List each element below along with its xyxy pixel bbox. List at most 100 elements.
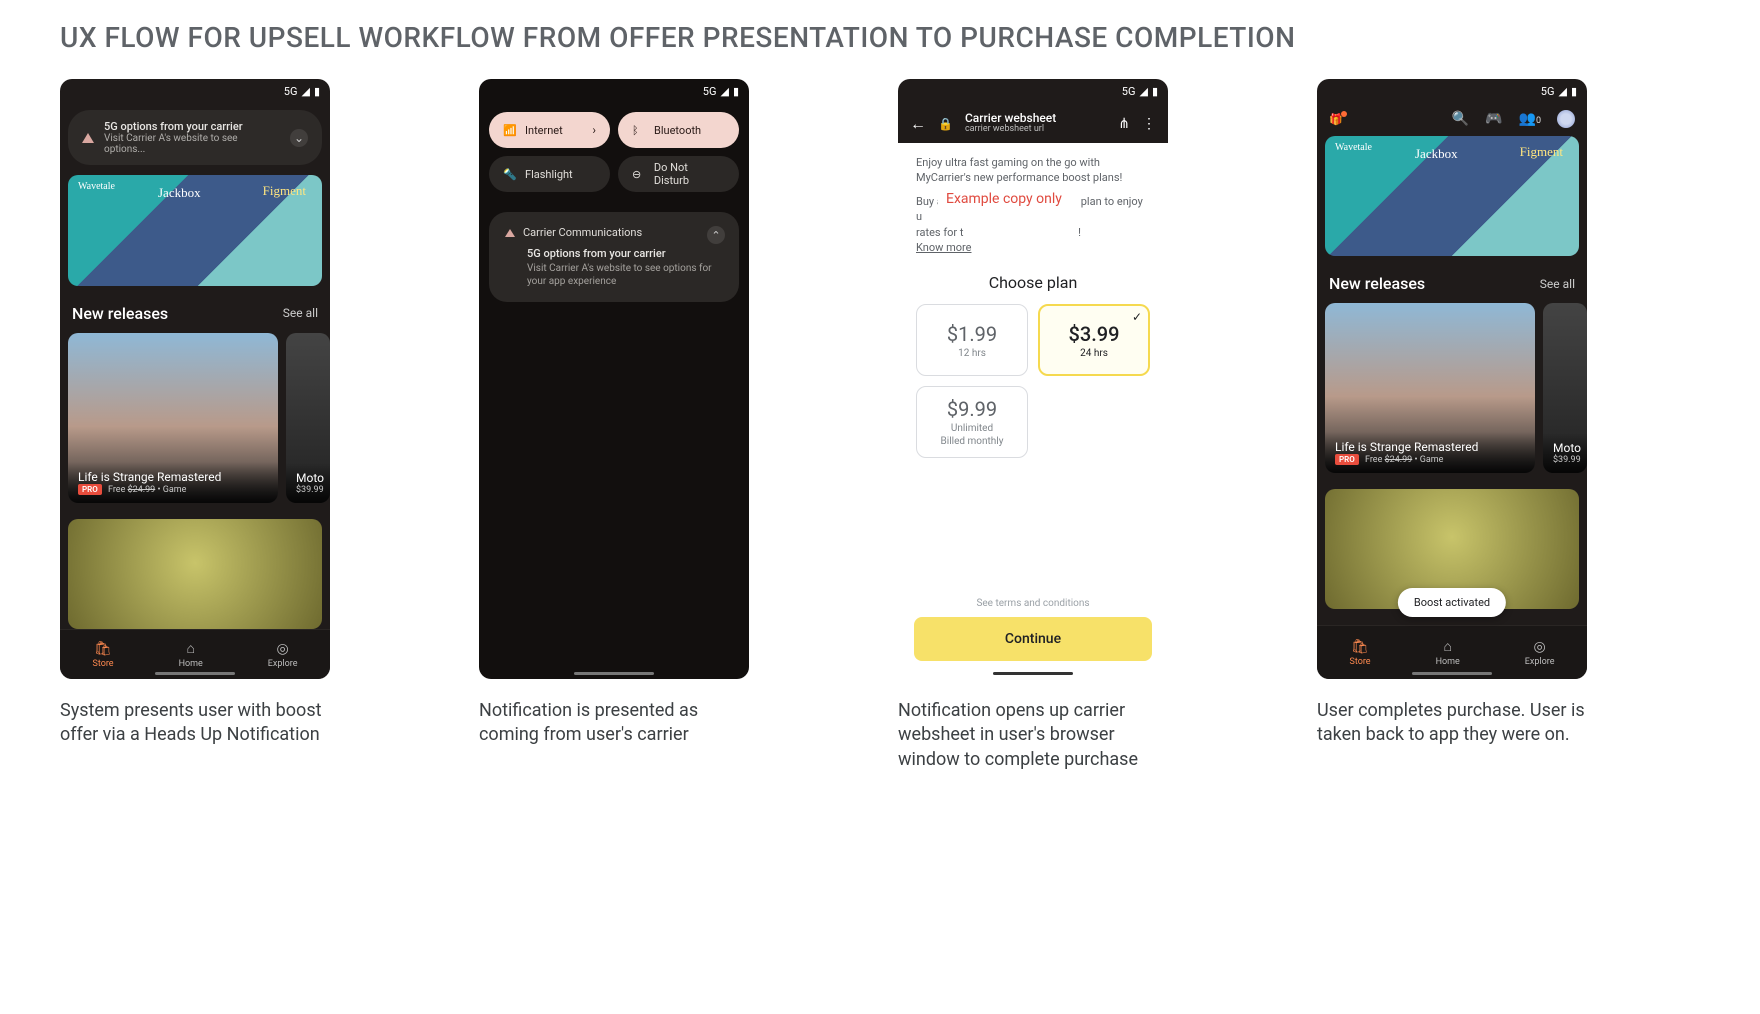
gesture-handle[interactable] bbox=[993, 672, 1073, 675]
friends-count: 0 bbox=[1536, 116, 1541, 126]
terms-link[interactable]: See terms and conditions bbox=[898, 590, 1168, 617]
top-icon-bar: 🎁 🔍 🎮 👥0 bbox=[1317, 104, 1587, 134]
signal-icon: ◢ bbox=[301, 85, 309, 98]
nav-explore[interactable]: ◎ Explore bbox=[268, 641, 298, 669]
hero-banner[interactable]: Wavetale Jackbox Figment bbox=[68, 175, 322, 286]
hun-title: 5G options from your carrier bbox=[104, 120, 280, 133]
websheet-header: ← 🔒 Carrier websheet carrier websheet ur… bbox=[898, 104, 1168, 143]
phone-screen-2: 5G ◢ ▮ 📶 Internet › ᛒ Bluetooth 🔦 Flashl… bbox=[479, 79, 749, 679]
websheet-copy: Enjoy ultra fast gaming on the go with M… bbox=[898, 143, 1168, 267]
nav-store[interactable]: 🛍 Store bbox=[1350, 639, 1371, 667]
carrier-triangle-icon bbox=[505, 229, 515, 237]
card1-title: Life is Strange Remastered bbox=[1335, 440, 1525, 454]
see-all-link[interactable]: See all bbox=[1540, 277, 1575, 291]
heads-up-notification[interactable]: 5G options from your carrier Visit Carri… bbox=[68, 110, 322, 165]
battery-icon: ▮ bbox=[1152, 85, 1158, 98]
game-card-2[interactable]: Moto $39.99 bbox=[1543, 303, 1587, 473]
banner-game-3: Figment bbox=[1520, 144, 1563, 160]
pro-badge: PRO bbox=[1335, 454, 1359, 465]
chevron-down-icon[interactable]: ⌄ bbox=[290, 129, 308, 147]
nav-explore[interactable]: ◎ Explore bbox=[1525, 639, 1555, 667]
network-label: 5G bbox=[284, 85, 298, 98]
gesture-handle[interactable] bbox=[574, 672, 654, 675]
card1-free: Free bbox=[1365, 455, 1382, 465]
qs-internet[interactable]: 📶 Internet › bbox=[489, 112, 610, 148]
banner-game-3: Figment bbox=[263, 183, 306, 199]
card1-strike: $24.99 bbox=[1385, 455, 1413, 465]
gift-icon[interactable]: 🎁 bbox=[1329, 113, 1343, 126]
flow-row: 5G ◢ ▮ 5G options from your carrier Visi… bbox=[60, 79, 1700, 772]
caption-4: User completes purchase. User is taken b… bbox=[1317, 699, 1587, 748]
nav-explore-label: Explore bbox=[268, 659, 298, 669]
game-card-2[interactable]: Moto $39.99 bbox=[286, 333, 330, 503]
notification-card[interactable]: Carrier Communications ⌃ 5G options from… bbox=[489, 212, 739, 302]
card-row: Life is Strange Remastered PRO Free $24.… bbox=[1317, 303, 1587, 473]
network-label: 5G bbox=[703, 85, 717, 98]
section-header: New releases See all bbox=[1317, 256, 1587, 303]
card1-free: Free bbox=[108, 485, 125, 495]
pro-badge: PRO bbox=[78, 484, 102, 495]
nav-store[interactable]: 🛍 Store bbox=[93, 641, 114, 669]
section-header: New releases See all bbox=[60, 286, 330, 333]
card1-strike: $24.99 bbox=[128, 485, 156, 495]
banner-game-2: Jackbox bbox=[158, 185, 201, 201]
qs-bluetooth-label: Bluetooth bbox=[654, 124, 701, 137]
card1-meta: PRO Free $24.99 • Game bbox=[1335, 454, 1525, 465]
qs-flashlight[interactable]: 🔦 Flashlight bbox=[489, 156, 610, 192]
game-card-1[interactable]: Life is Strange Remastered PRO Free $24.… bbox=[68, 333, 278, 503]
gesture-handle[interactable] bbox=[155, 672, 235, 675]
qs-internet-label: Internet bbox=[525, 124, 563, 137]
search-icon[interactable]: 🔍 bbox=[1452, 111, 1469, 127]
see-all-link[interactable]: See all bbox=[283, 306, 318, 320]
friends-icon[interactable]: 👥0 bbox=[1519, 111, 1542, 127]
dot: • bbox=[157, 485, 160, 495]
signal-icon: ◢ bbox=[1558, 85, 1566, 98]
controller-icon[interactable]: 🎮 bbox=[1485, 111, 1502, 127]
nav-store-label: Store bbox=[93, 659, 114, 669]
caption-3: Notification opens up carrier websheet i… bbox=[898, 699, 1168, 772]
ws-p1: Enjoy ultra fast gaming on the go with M… bbox=[916, 155, 1150, 186]
hero-banner[interactable]: Wavetale Jackbox Figment bbox=[1325, 136, 1579, 256]
card-row: Life is Strange Remastered PRO Free $24.… bbox=[60, 333, 330, 503]
nav-explore-label: Explore bbox=[1525, 657, 1555, 667]
plan-option-3[interactable]: $9.99 Unlimited Billed monthly bbox=[916, 386, 1028, 458]
more-icon[interactable]: ⋮ bbox=[1142, 116, 1156, 132]
share-icon[interactable]: ⋔ bbox=[1118, 116, 1130, 132]
step-2: 5G ◢ ▮ 📶 Internet › ᛒ Bluetooth 🔦 Flashl… bbox=[479, 79, 862, 748]
secondary-banner[interactable] bbox=[68, 519, 322, 630]
gesture-handle[interactable] bbox=[1412, 672, 1492, 675]
continue-button[interactable]: Continue bbox=[914, 617, 1152, 661]
plan3-duration: Unlimited bbox=[951, 423, 993, 434]
dot: • bbox=[1414, 455, 1417, 465]
plan3-sub: Billed monthly bbox=[941, 436, 1004, 447]
caption-1: System presents user with boost offer vi… bbox=[60, 699, 330, 748]
flashlight-icon: 🔦 bbox=[503, 168, 517, 181]
nav-home[interactable]: ⌂ Home bbox=[179, 641, 203, 669]
nav-home-label: Home bbox=[1436, 657, 1460, 667]
home-icon: ⌂ bbox=[1440, 639, 1456, 655]
back-arrow-icon[interactable]: ← bbox=[910, 114, 926, 134]
plan-option-1[interactable]: $1.99 12 hrs bbox=[916, 304, 1028, 376]
step-1: 5G ◢ ▮ 5G options from your carrier Visi… bbox=[60, 79, 443, 748]
signal-icon: ◢ bbox=[720, 85, 728, 98]
compass-icon: ◎ bbox=[1532, 639, 1548, 655]
step-4: 5G ◢ ▮ 🎁 🔍 🎮 👥0 Wavetale Jackbox Figment… bbox=[1317, 79, 1700, 748]
chevron-up-icon[interactable]: ⌃ bbox=[707, 226, 725, 244]
plan2-duration: 24 hrs bbox=[1080, 348, 1108, 359]
plan-option-2[interactable]: ✓ $3.99 24 hrs bbox=[1038, 304, 1150, 376]
compass-icon: ◎ bbox=[275, 641, 291, 657]
card1-cat: Game bbox=[163, 485, 187, 495]
card1-meta: PRO Free $24.99 • Game bbox=[78, 484, 268, 495]
carrier-triangle-icon bbox=[82, 133, 94, 143]
bluetooth-icon: ᛒ bbox=[632, 124, 646, 137]
qs-bluetooth[interactable]: ᛒ Bluetooth bbox=[618, 112, 739, 148]
game-card-1[interactable]: Life is Strange Remastered PRO Free $24.… bbox=[1325, 303, 1535, 473]
phone-screen-1: 5G ◢ ▮ 5G options from your carrier Visi… bbox=[60, 79, 330, 679]
know-more-link[interactable]: Know more bbox=[916, 241, 972, 254]
card2-title: Moto bbox=[296, 471, 320, 485]
avatar[interactable] bbox=[1557, 110, 1575, 128]
qs-dnd[interactable]: ⊖ Do Not Disturb bbox=[618, 156, 739, 192]
caption-2: Notification is presented as coming from… bbox=[479, 699, 749, 748]
page-title: UX FLOW FOR UPSELL WORKFLOW FROM OFFER P… bbox=[60, 20, 1700, 55]
nav-home[interactable]: ⌂ Home bbox=[1436, 639, 1460, 667]
